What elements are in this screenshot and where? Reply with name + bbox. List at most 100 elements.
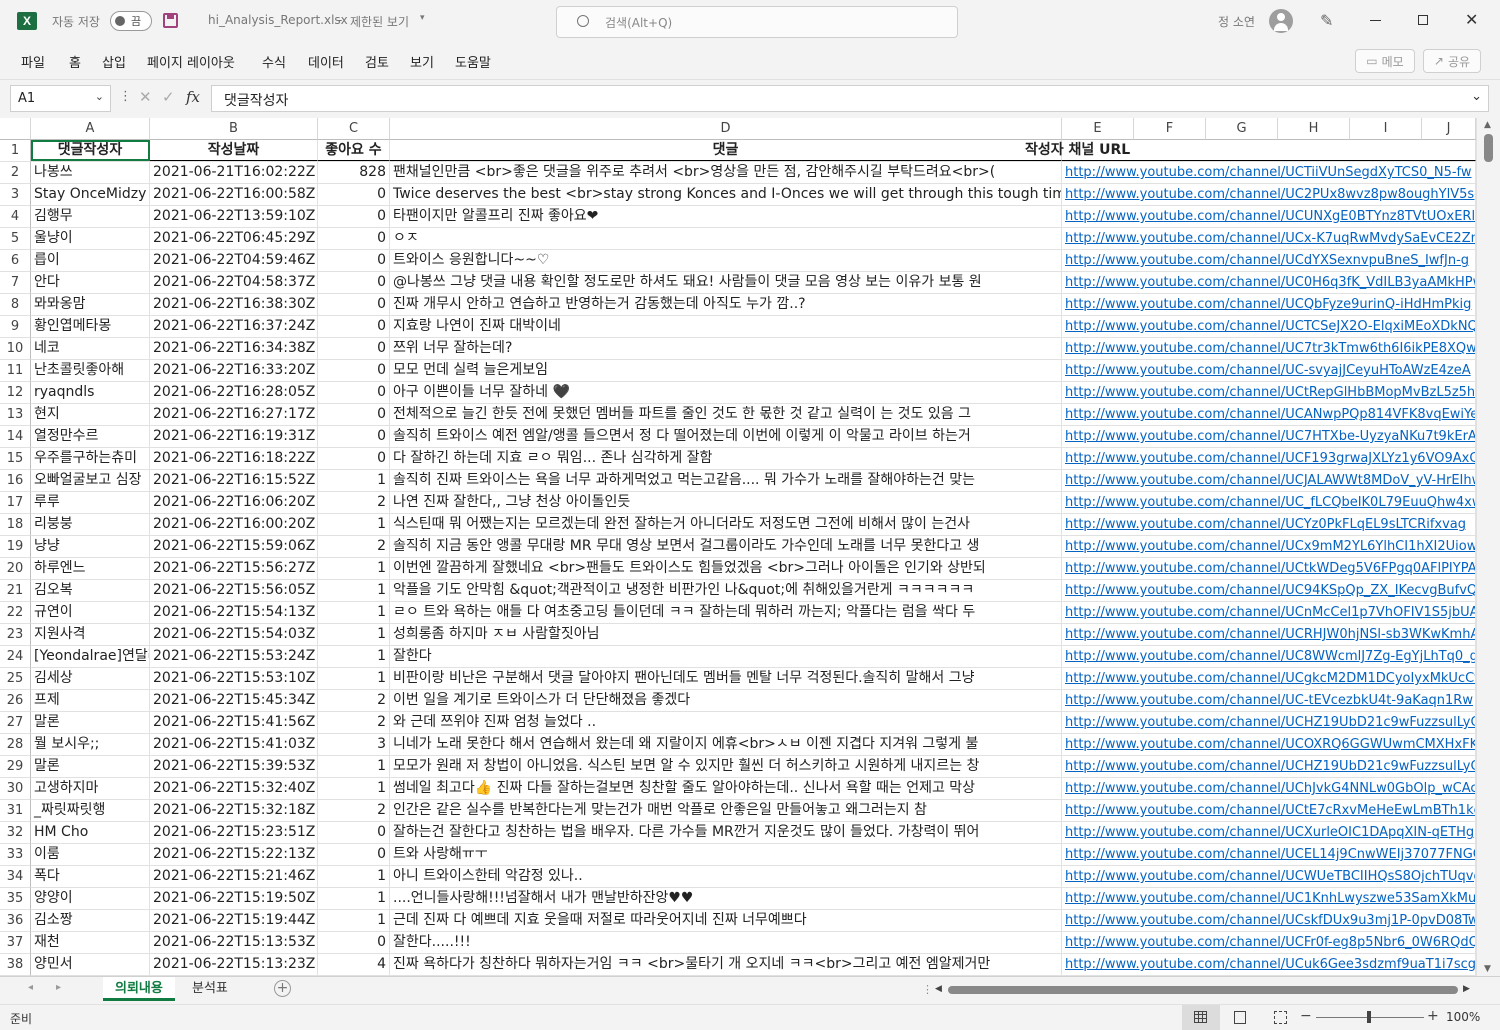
date-cell[interactable]: 2021-06-22T16:38:30Z [150, 294, 318, 315]
comment-cell[interactable]: 진짜 개무시 안하고 연습하고 반영하는거 감동했는데 아직도 누가 깜..? [390, 294, 1062, 315]
row-header[interactable]: 34 [0, 866, 31, 888]
likes-cell[interactable]: 0 [318, 228, 390, 249]
likes-cell[interactable]: 0 [318, 316, 390, 337]
channel-url-cell[interactable]: http://www.youtube.com/channel/UC0H6q3fK… [1062, 272, 1476, 293]
channel-url-cell[interactable]: http://www.youtube.com/channel/UC7tr3kTm… [1062, 338, 1476, 359]
date-cell[interactable]: 2021-06-22T15:21:46Z [150, 866, 318, 887]
likes-cell[interactable]: 0 [318, 448, 390, 469]
avatar[interactable] [1269, 9, 1293, 33]
likes-cell[interactable]: 0 [318, 272, 390, 293]
likes-cell[interactable]: 0 [318, 404, 390, 425]
comment-cell[interactable]: ....언니들사랑해!!!넘잘해서 내가 맨날반하잔앙♥♥ [390, 888, 1062, 909]
add-sheet-icon[interactable]: + [274, 980, 291, 997]
comment-cell[interactable]: 팬채널인만큼 <br>좋은 댓글을 위주로 추려서 <br>영상을 만든 점, … [390, 162, 1062, 183]
row-header[interactable]: 38 [0, 954, 31, 976]
row-header[interactable]: 26 [0, 690, 31, 712]
column-header-c[interactable]: C [318, 118, 390, 140]
likes-cell[interactable]: 0 [318, 184, 390, 205]
date-cell[interactable]: 2021-06-22T16:34:38Z [150, 338, 318, 359]
channel-url-cell[interactable]: http://www.youtube.com/channel/UCx-K7uqR… [1062, 228, 1476, 249]
author-cell[interactable]: 김세상 [31, 668, 150, 689]
header-channel-cell[interactable]: 작성자 채널 URL [1025, 140, 1476, 161]
comment-cell[interactable]: 쯔위 너무 잘하는데? [390, 338, 1062, 359]
menu-formulas[interactable]: 수식 [262, 52, 286, 71]
comment-cell[interactable]: 아구 이쁜이들 너무 잘하네 🖤 [390, 382, 1062, 403]
view-mode-label[interactable]: 제한된 보기 [350, 13, 409, 30]
channel-url-cell[interactable]: http://www.youtube.com/channel/UCHZ19UbD… [1062, 712, 1476, 733]
author-cell[interactable]: 지원사격 [31, 624, 150, 645]
row-header[interactable]: 7 [0, 272, 31, 294]
menu-insert[interactable]: 삽입 [102, 52, 126, 71]
row-header[interactable]: 20 [0, 558, 31, 580]
comment-cell[interactable]: 이번 일을 계기로 트와이스가 더 단단해졌음 좋겠다 [390, 690, 1062, 711]
channel-url-cell[interactable]: http://www.youtube.com/channel/UCFr0f-eg… [1062, 932, 1476, 953]
row-header[interactable]: 4 [0, 206, 31, 228]
sheet-tab-analysis[interactable]: 분석표 [180, 977, 240, 1001]
more-options-icon[interactable]: ⋮ [119, 89, 132, 104]
author-cell[interactable]: Stay OnceMidzy [31, 184, 150, 205]
date-cell[interactable]: 2021-06-22T04:59:46Z [150, 250, 318, 271]
date-cell[interactable]: 2021-06-22T15:32:40Z [150, 778, 318, 799]
date-cell[interactable]: 2021-06-22T16:06:20Z [150, 492, 318, 513]
zoom-out-icon[interactable]: − [1300, 1008, 1312, 1024]
save-icon[interactable] [163, 13, 178, 28]
likes-cell[interactable]: 4 [318, 954, 390, 975]
comment-cell[interactable]: 잘한다.....!!! [390, 932, 1062, 953]
horizontal-scrollbar[interactable] [948, 985, 1458, 995]
author-cell[interactable]: 리붕붕 [31, 514, 150, 535]
likes-cell[interactable]: 1 [318, 646, 390, 667]
author-cell[interactable]: 현지 [31, 404, 150, 425]
comment-cell[interactable]: 전체적으로 늘긴 한듯 전에 못했던 멤버들 파트를 줄인 것도 한 몫한 것 … [390, 404, 1062, 425]
row-header[interactable]: 15 [0, 448, 31, 470]
row-header[interactable]: 37 [0, 932, 31, 954]
comment-cell[interactable]: 솔직히 트와이스 예전 엠알/앵콜 들으면서 정 다 떨어졌는데 이번에 이렇게… [390, 426, 1062, 447]
author-cell[interactable]: 우주를구하는츄미 [31, 448, 150, 469]
date-cell[interactable]: 2021-06-21T16:02:22Z [150, 162, 318, 183]
date-cell[interactable]: 2021-06-22T16:19:31Z [150, 426, 318, 447]
date-cell[interactable]: 2021-06-22T15:13:53Z [150, 932, 318, 953]
channel-url-cell[interactable]: http://www.youtube.com/channel/UCJALAWWt… [1062, 470, 1476, 491]
channel-url-cell[interactable]: http://www.youtube.com/channel/UCTiiVUnS… [1062, 162, 1476, 183]
row-header[interactable]: 3 [0, 184, 31, 206]
column-header-d[interactable]: D [390, 118, 1062, 140]
chevron-down-icon[interactable]: ▾ [420, 13, 425, 23]
author-cell[interactable]: 프제 [31, 690, 150, 711]
author-cell[interactable]: 난초콜릿좋아해 [31, 360, 150, 381]
scroll-right-icon[interactable]: ▶ [1463, 984, 1470, 994]
comment-cell[interactable]: 지효랑 나연이 진짜 대박이네 [390, 316, 1062, 337]
channel-url-cell[interactable]: http://www.youtube.com/channel/UC8WWcmlJ… [1062, 646, 1476, 667]
menu-file[interactable]: 파일 [21, 52, 45, 71]
author-cell[interactable]: 재천 [31, 932, 150, 953]
next-sheet-icon[interactable]: ▸ [56, 982, 61, 993]
row-header[interactable]: 18 [0, 514, 31, 536]
memo-button[interactable]: ▭ 메모 [1355, 49, 1415, 73]
row-header[interactable]: 32 [0, 822, 31, 844]
author-cell[interactable]: 나봉쓰 [31, 162, 150, 183]
row-header[interactable]: 19 [0, 536, 31, 558]
search-box[interactable]: 검색(Alt+Q) [556, 6, 958, 38]
author-cell[interactable]: 고생하지마 [31, 778, 150, 799]
horizontal-scroll-thumb[interactable] [948, 986, 1458, 994]
likes-cell[interactable]: 2 [318, 800, 390, 821]
comment-cell[interactable]: 니네가 노래 못한다 해서 연습해서 왔는데 왜 지랄이지 에휴<br>ㅅㅂ 이… [390, 734, 1062, 755]
pen-icon[interactable]: ✎ [1320, 11, 1333, 30]
comment-cell[interactable]: 트와 사랑해ㅠㅜ [390, 844, 1062, 865]
author-cell[interactable]: 안다 [31, 272, 150, 293]
user-name[interactable]: 정 소연 [1218, 13, 1255, 30]
channel-url-cell[interactable]: http://www.youtube.com/channel/UCEL14j9C… [1062, 844, 1476, 865]
page-layout-icon[interactable] [1234, 1011, 1246, 1024]
column-header-e[interactable]: E [1062, 118, 1134, 140]
date-cell[interactable]: 2021-06-22T16:18:22Z [150, 448, 318, 469]
likes-cell[interactable]: 0 [318, 294, 390, 315]
date-cell[interactable]: 2021-06-22T15:59:06Z [150, 536, 318, 557]
row-header[interactable]: 25 [0, 668, 31, 690]
prev-sheet-icon[interactable]: ◂ [28, 982, 33, 993]
author-cell[interactable]: 릅이 [31, 250, 150, 271]
row-header[interactable]: 29 [0, 756, 31, 778]
channel-url-cell[interactable]: http://www.youtube.com/channel/UC-tEVcez… [1062, 690, 1476, 711]
row-header[interactable]: 35 [0, 888, 31, 910]
likes-cell[interactable]: 0 [318, 382, 390, 403]
channel-url-cell[interactable]: http://www.youtube.com/channel/UC7HTXbe-… [1062, 426, 1476, 447]
comment-cell[interactable]: @나봉쓰 그냥 댓글 내용 확인할 정도로만 하셔도 돼요! 사람들이 댓글 모… [390, 272, 1062, 293]
autosave-toggle[interactable]: 끔 [110, 11, 152, 31]
